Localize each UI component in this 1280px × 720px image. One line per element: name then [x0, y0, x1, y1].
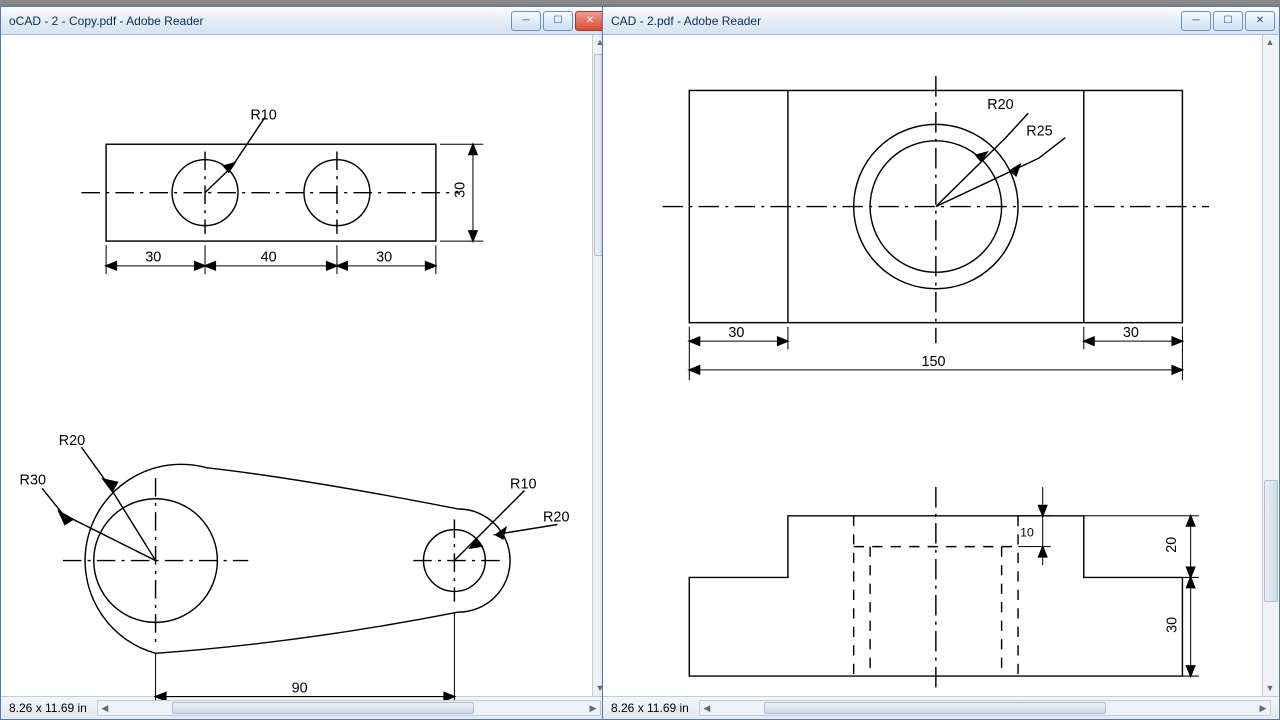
scroll-right-icon[interactable]: ▶: [1256, 703, 1270, 714]
label-d30a: 30: [728, 325, 744, 341]
label-d20: 20: [1164, 537, 1180, 553]
label-d40: 40: [261, 250, 277, 266]
cad-drawing-left: R10 30 30 40 30 R20 R30 R10 R20 90: [1, 35, 609, 715]
statusbar-right: 8.26 x 11.69 in ◀ ▶: [603, 696, 1279, 719]
scroll-up-icon[interactable]: ▲: [1263, 35, 1277, 50]
title-text: oCAD - 2 - Copy.pdf - Adobe Reader: [9, 14, 511, 28]
horizontal-scrollbar[interactable]: ◀ ▶: [97, 700, 601, 716]
label-r10: R10: [250, 108, 276, 124]
label-d30c: 30: [1164, 617, 1180, 633]
scroll-thumb[interactable]: [1264, 480, 1278, 602]
label-d150: 150: [921, 354, 945, 370]
horizontal-scrollbar[interactable]: ◀ ▶: [699, 700, 1271, 716]
vertical-scrollbar[interactable]: ▲ ▼: [1262, 35, 1279, 696]
label-r20a: R20: [59, 433, 85, 449]
scroll-thumb[interactable]: [172, 702, 474, 714]
close-button[interactable]: ✕: [1245, 11, 1275, 31]
minimize-button[interactable]: ─: [511, 11, 541, 31]
scroll-down-icon[interactable]: ▼: [1263, 681, 1277, 696]
label-r30: R30: [20, 472, 46, 488]
label-d90: 90: [292, 680, 308, 696]
titlebar-right[interactable]: CAD - 2.pdf - Adobe Reader ─ ☐ ✕: [603, 7, 1279, 35]
label-r20: R20: [987, 97, 1013, 113]
scroll-thumb[interactable]: [764, 702, 1106, 714]
title-text: CAD - 2.pdf - Adobe Reader: [611, 14, 1181, 28]
minimize-button[interactable]: ─: [1181, 11, 1211, 31]
scroll-left-icon[interactable]: ◀: [700, 703, 714, 714]
titlebar-left[interactable]: oCAD - 2 - Copy.pdf - Adobe Reader ─ ☐ ✕: [1, 7, 609, 35]
document-body-left: R10 30 30 40 30 R20 R30 R10 R20 90 ▲ ▼: [1, 35, 609, 696]
label-d30b: 30: [1123, 325, 1139, 341]
close-button[interactable]: ✕: [575, 11, 605, 31]
maximize-button[interactable]: ☐: [1213, 11, 1243, 31]
label-d30c: 30: [376, 250, 392, 266]
label-d30a: 30: [453, 182, 469, 198]
label-d10: 10: [1020, 525, 1034, 539]
maximize-button[interactable]: ☐: [543, 11, 573, 31]
window-right: CAD - 2.pdf - Adobe Reader ─ ☐ ✕: [602, 6, 1280, 720]
window-left: oCAD - 2 - Copy.pdf - Adobe Reader ─ ☐ ✕: [0, 6, 610, 720]
scroll-left-icon[interactable]: ◀: [98, 703, 112, 714]
document-body-right: R20 R25 30 30 150 10 20 30 ▲ ▼: [603, 35, 1279, 696]
label-r10b: R10: [510, 476, 536, 492]
label-r20b: R20: [543, 509, 569, 525]
scroll-right-icon[interactable]: ▶: [586, 703, 600, 714]
label-d30b: 30: [145, 250, 161, 266]
cad-drawing-right: R20 R25 30 30 150 10 20 30: [603, 35, 1279, 713]
label-r25: R25: [1026, 124, 1052, 140]
